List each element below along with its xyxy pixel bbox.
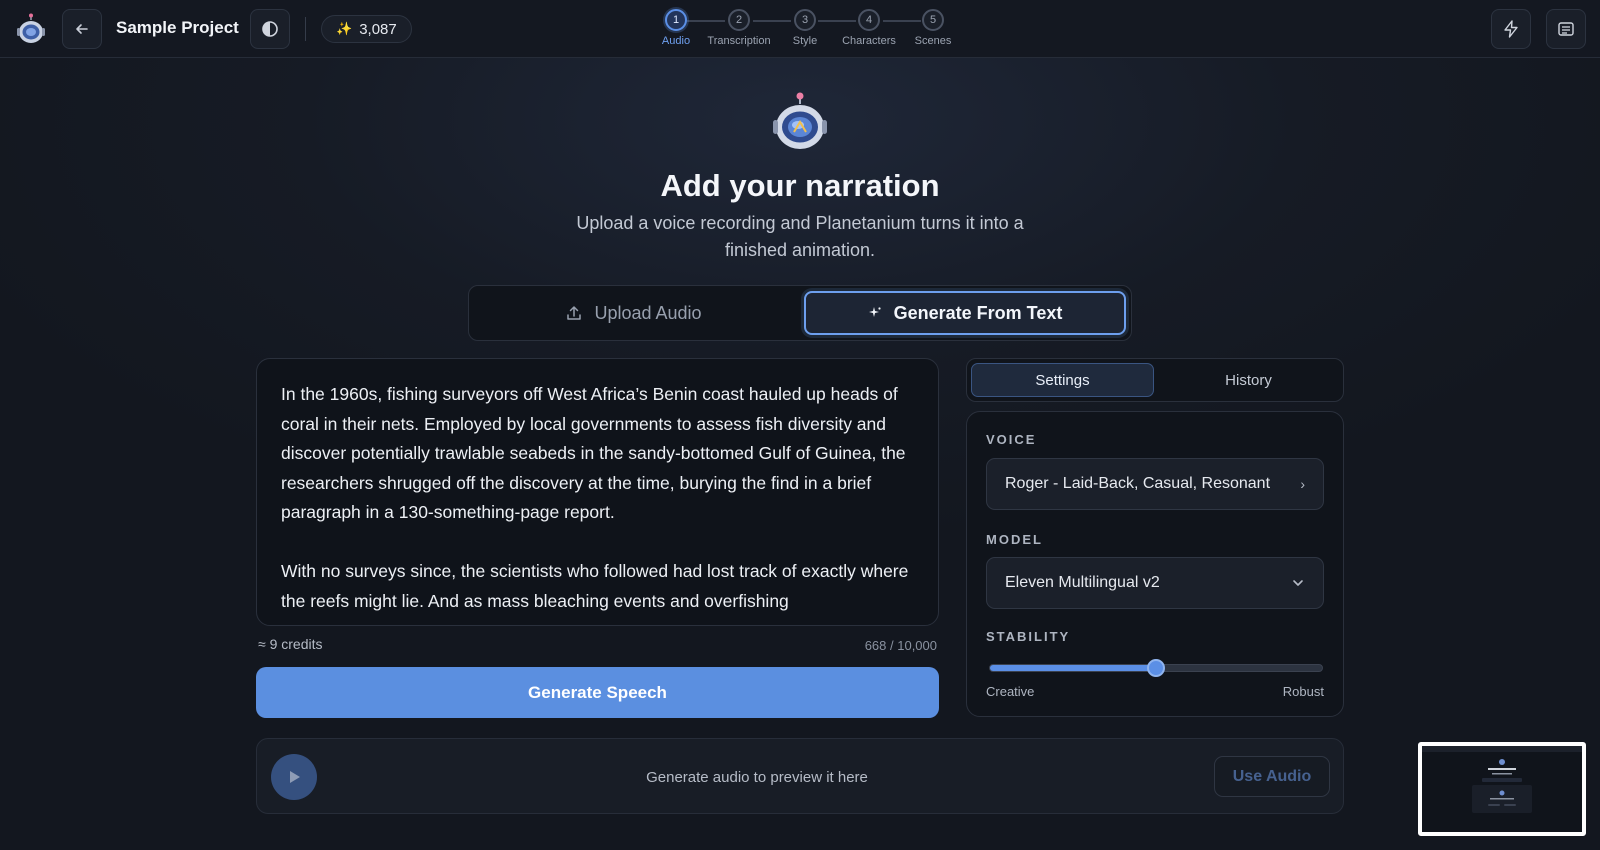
lightning-icon [1504,20,1518,38]
step-number: 1 [665,9,687,31]
narration-text-area[interactable]: In the 1960s, fishing surveyors off West… [256,358,939,626]
progress-stepper: 1 Audio 2 Transcription 3 Style 4 Charac… [640,9,960,51]
page-title: Add your narration [660,168,940,203]
step-style[interactable]: 3 Style [770,9,840,47]
project-title[interactable]: Sample Project [116,18,239,38]
tab-upload-audio[interactable]: Upload Audio [473,291,795,335]
chevron-right-icon: › [1300,476,1305,492]
stability-slider-thumb[interactable] [1147,659,1165,677]
page-subtitle: Upload a voice recording and Planetanium… [576,213,1024,260]
step-audio[interactable]: 1 Audio [641,9,711,47]
use-audio-button[interactable]: Use Audio [1214,756,1330,797]
step-characters[interactable]: 4 Characters [834,9,904,47]
step-number: 5 [922,9,944,31]
panel-tabs: Settings History [966,358,1344,402]
voice-selector[interactable]: Roger - Laid-Back, Casual, Resonant › [986,458,1324,510]
step-number: 4 [858,9,880,31]
stability-slider-fill [990,665,1156,671]
upload-icon [567,306,582,320]
step-transcription[interactable]: 2 Transcription [704,9,774,47]
credits-estimate: ≈ 9 credits [258,636,323,652]
notes-button[interactable] [1546,9,1586,49]
stability-min-label: Creative [986,684,1035,699]
step-scenes[interactable]: 5 Scenes [898,9,968,47]
step-label: Characters [842,35,896,47]
audio-preview-bar: Generate audio to preview it here Use Au… [256,738,1344,814]
sparkle-icon: ✨ [336,21,353,36]
model-label: MODEL [986,532,1043,547]
quick-actions-button[interactable] [1491,9,1531,49]
back-button[interactable] [62,9,102,49]
chevron-down-icon [1293,580,1303,586]
tab-history[interactable]: History [1157,363,1340,397]
character-count: 668 / 10,000 [864,638,937,653]
step-number: 2 [728,9,750,31]
tab-generate-from-text-label: Generate From Text [893,302,1063,323]
step-number: 3 [794,9,816,31]
stability-label: STABILITY [986,629,1071,644]
preview-placeholder: Generate audio to preview it here [646,769,868,786]
voice-value: Roger - Laid-Back, Casual, Resonant [1005,475,1271,492]
sparkle-icon [868,307,881,317]
stability-max-label: Robust [1282,684,1324,699]
model-value: Eleven Multilingual v2 [1005,574,1160,591]
step-label: Audio [661,35,691,47]
tab-settings[interactable]: Settings [971,363,1154,397]
step-label: Scenes [914,35,952,47]
tab-generate-from-text[interactable]: Generate From Text [804,291,1126,335]
theme-toggle-button[interactable] [250,9,290,49]
stability-slider[interactable] [989,659,1323,677]
model-dropdown[interactable]: Eleven Multilingual v2 [986,557,1324,609]
arrow-left-icon [76,24,88,34]
contrast-icon [262,21,278,37]
step-label: Style [792,35,818,47]
planetanium-logo-icon[interactable] [16,13,46,45]
audio-source-tabs: Upload Audio Generate From Text [468,285,1132,341]
screen-thumbnail[interactable] [1418,742,1586,836]
generate-speech-button[interactable]: Generate Speech [256,667,939,718]
credits-value: 3,087 [359,20,397,38]
thumbnail-preview [1422,746,1582,813]
voice-label: VOICE [986,432,1037,447]
narration-text[interactable]: In the 1960s, fishing surveyors off West… [281,380,911,616]
top-bar: Sample Project ✨ 3,087 1 Audio 2 Transcr… [0,0,1600,58]
credits-balance[interactable]: ✨ 3,087 [321,15,412,43]
robot-mascot-icon [773,92,827,149]
notes-icon [1558,22,1574,36]
tab-upload-audio-label: Upload Audio [594,302,702,323]
voice-settings-card: VOICE Roger - Laid-Back, Casual, Resonan… [966,411,1344,717]
header-divider [305,17,306,41]
step-label: Transcription [707,35,771,47]
